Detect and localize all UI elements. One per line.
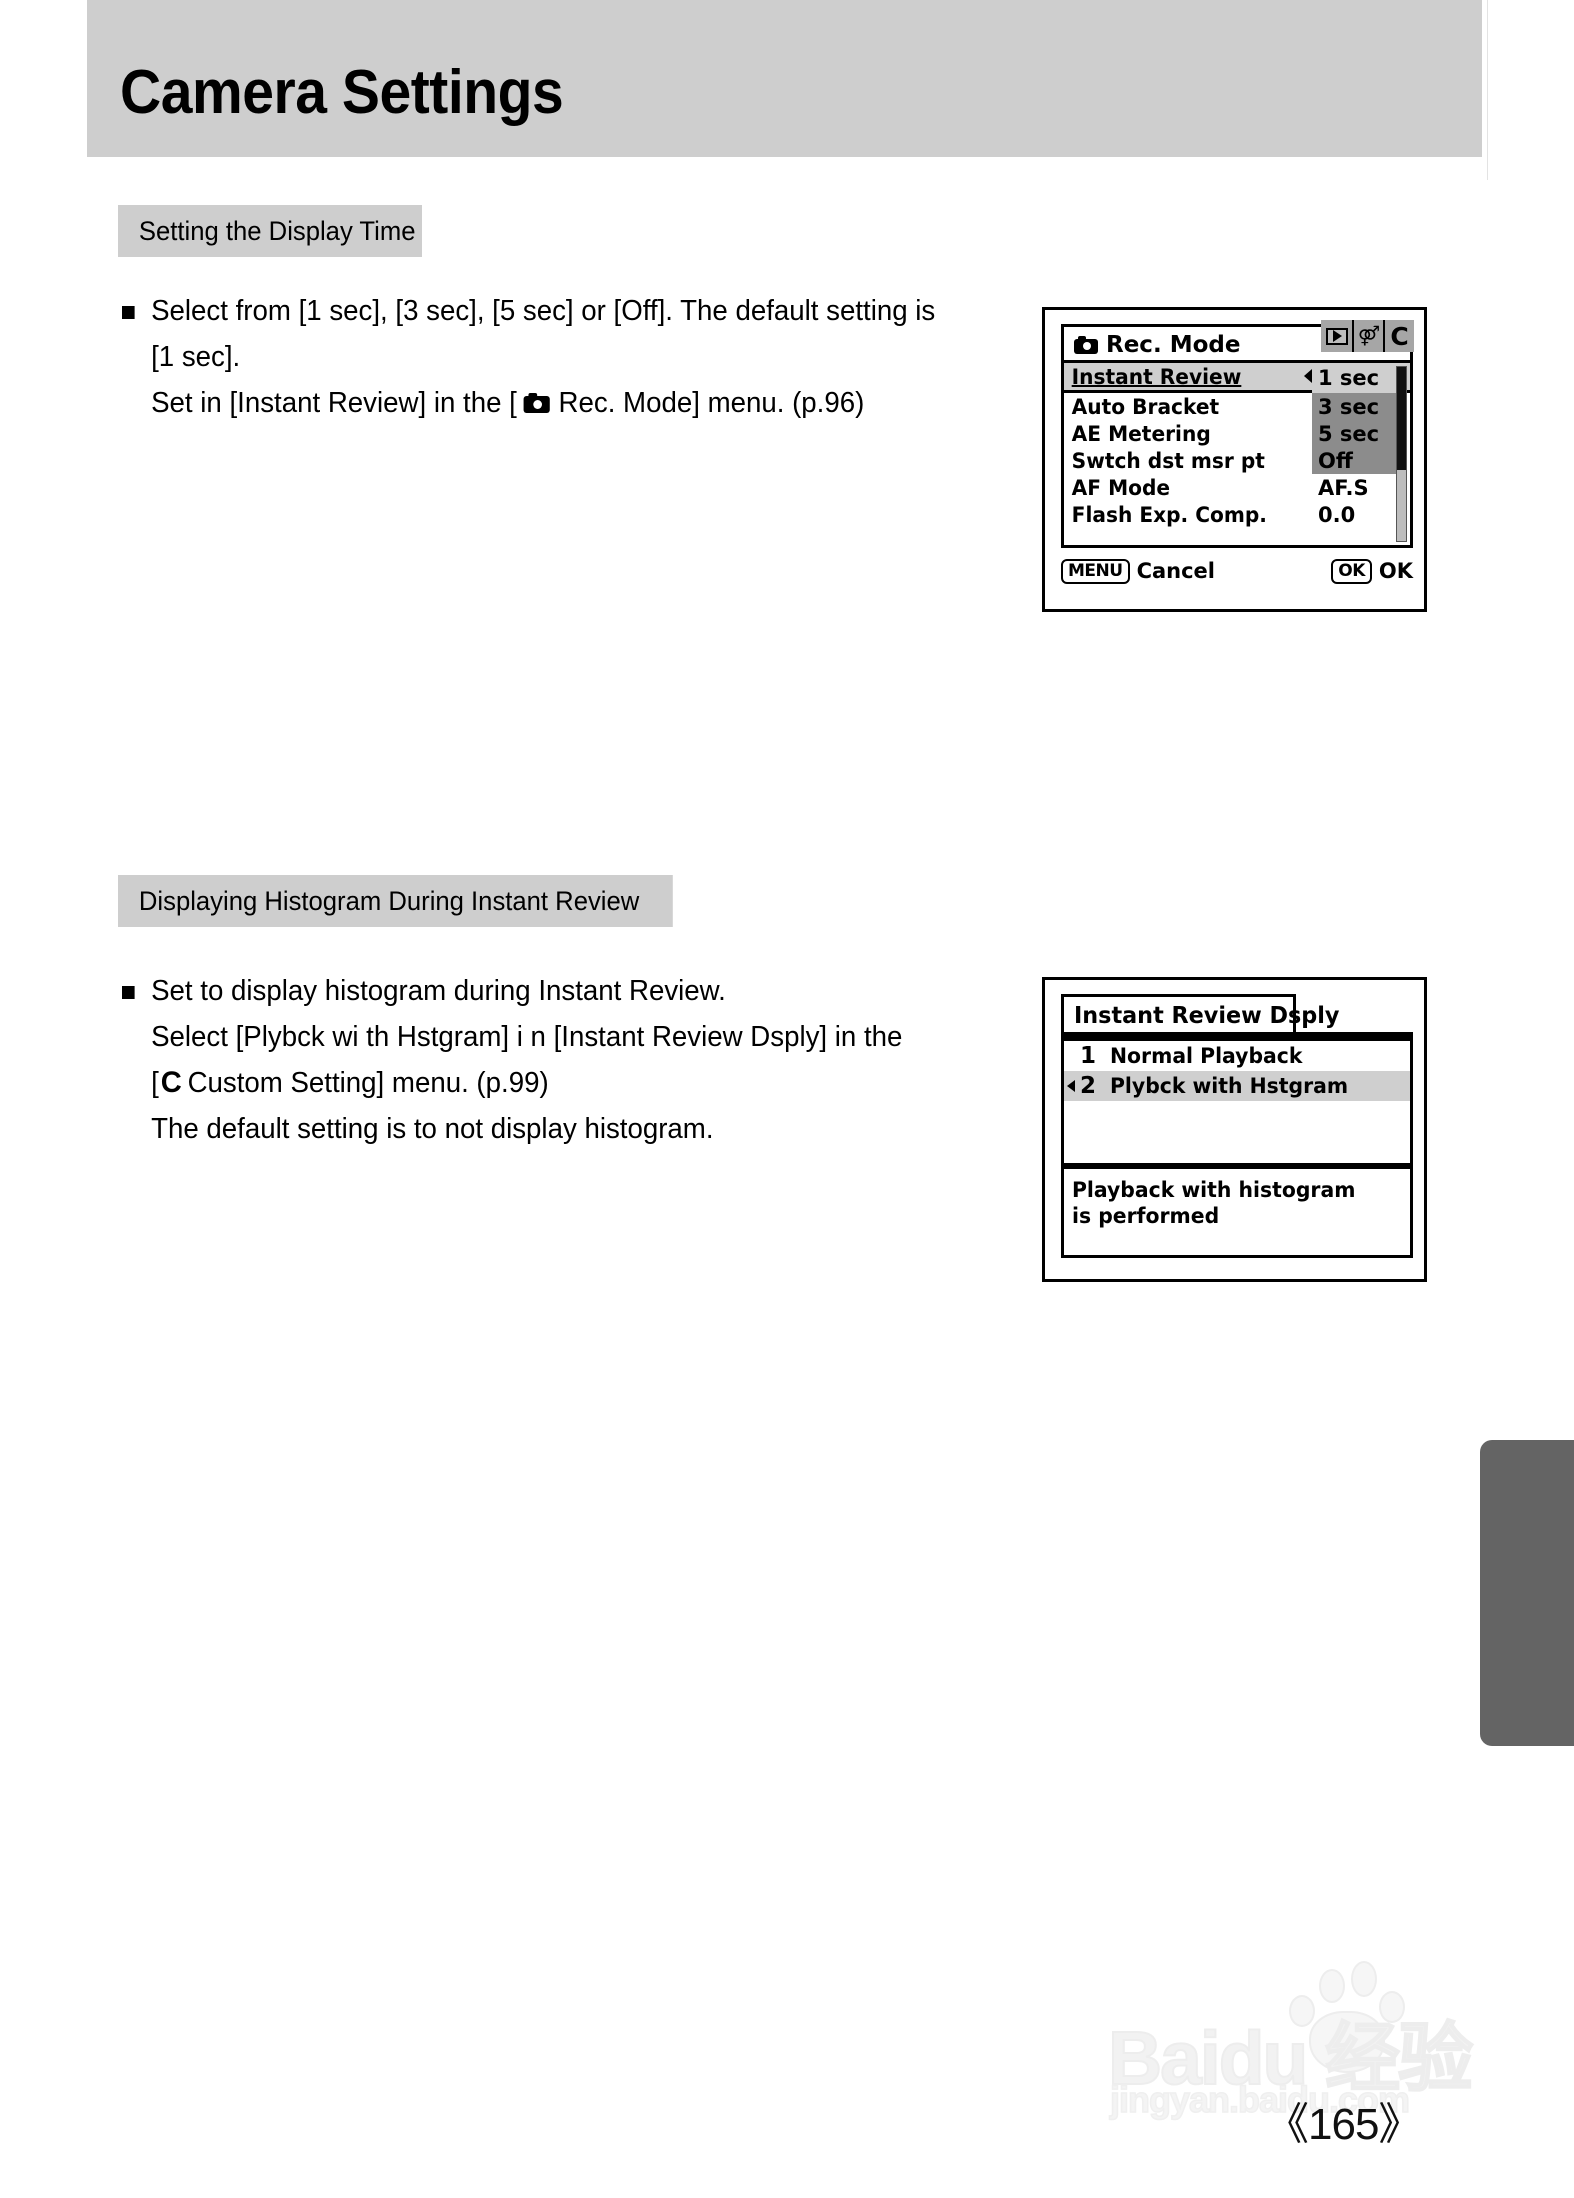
bullet-line: Set to display histogram during Instant … <box>122 968 902 1014</box>
body-line: Set in [Instant Review] in the [ Rec. Mo… <box>122 380 935 426</box>
cancel-label[interactable]: Cancel <box>1137 559 1215 583</box>
paw-print-icon <box>1283 1955 1413 2075</box>
body-text-histogram: Set to display histogram during Instant … <box>122 968 927 1152</box>
body-line: [1 sec]. <box>122 334 935 380</box>
lcd-screenshot-instant-review-dsply: Instant Review Dsply 1 Normal Playback 2… <box>1042 977 1427 1282</box>
tab-custom[interactable]: C <box>1383 320 1414 352</box>
body-line: [ C Custom Setting] menu. (p.99) <box>122 1060 902 1106</box>
body-line-text: [1 sec]. <box>151 341 241 373</box>
ok-label[interactable]: OK <box>1379 559 1413 583</box>
lcd-scrollbar-thumb[interactable] <box>1397 367 1406 470</box>
body-line-text: Rec. Mode] menu. (p.96) <box>558 387 865 419</box>
lcd-option-list: 1 Normal Playback 2 Plybck with Hstgram <box>1064 1041 1410 1101</box>
section-heading-histogram: Displaying Histogram During Instant Revi… <box>118 875 673 927</box>
ok-key-badge: OK <box>1331 558 1372 584</box>
lcd-footer: MENU Cancel OK OK <box>1061 554 1413 588</box>
body-line-text: Select [Plybck wi th Hstgram] i n [Insta… <box>151 1021 903 1053</box>
option-number: 2 <box>1080 1073 1097 1099</box>
value-option-off[interactable]: Off <box>1312 447 1398 474</box>
bullet-line: Select from [1 sec], [3 sec], [5 sec] or… <box>122 288 935 334</box>
menu-row-label: Auto Bracket <box>1071 394 1220 419</box>
menu-row-label: AE Metering <box>1071 421 1211 446</box>
option-number: 1 <box>1080 1043 1097 1069</box>
wrench-screwdriver-icon: ⚤ <box>1357 324 1380 347</box>
tab-playback[interactable] <box>1321 320 1352 352</box>
tab-setup[interactable]: ⚤ <box>1352 320 1383 352</box>
lcd-value-column: 1 sec 3 sec 5 sec Off AF.S 0.0 <box>1312 363 1398 528</box>
divider <box>1064 1163 1410 1169</box>
body-line-text: Set to display histogram during Instant … <box>151 975 726 1007</box>
bullet-square-icon <box>122 985 135 999</box>
body-text-display-time: Select from [1 sec], [3 sec], [5 sec] or… <box>122 288 960 426</box>
lcd-titlebar: Instant Review Dsply <box>1061 994 1339 1034</box>
option-normal-playback[interactable]: 1 Normal Playback <box>1064 1041 1410 1071</box>
lcd-title: Rec. Mode <box>1106 331 1241 358</box>
value-option-3sec[interactable]: 3 sec <box>1312 393 1398 420</box>
option-label: Plybck with Hstgram <box>1110 1074 1349 1098</box>
playback-icon <box>1325 327 1348 345</box>
option-label: Normal Playback <box>1110 1044 1303 1068</box>
option-plybck-with-hstgram[interactable]: 2 Plybck with Hstgram <box>1064 1071 1410 1101</box>
body-line-text: Select from [1 sec], [3 sec], [5 sec] or… <box>151 295 936 327</box>
section-heading-display-time: Setting the Display Time <box>118 205 422 257</box>
lcd-menu-body: 1 Normal Playback 2 Plybck with Hstgram … <box>1061 1032 1413 1258</box>
menu-key-badge: MENU <box>1061 558 1130 584</box>
menu-row-label: Instant Review <box>1071 364 1242 389</box>
lcd-tab-group: ⚤ C <box>1321 320 1414 352</box>
custom-setting-c-icon: C <box>160 1066 182 1099</box>
page-title: Camera Settings <box>120 58 564 127</box>
lcd-menu-body: Instant Review Auto Bracket AE Metering … <box>1061 360 1413 548</box>
body-line: Select [Plybck wi th Hstgram] i n [Insta… <box>122 1014 902 1060</box>
value-instant-review[interactable]: 1 sec <box>1312 363 1398 393</box>
camera-icon <box>523 393 550 413</box>
body-line-text: [ <box>151 1067 159 1099</box>
page-edge-thumb-tab <box>1480 1440 1574 1746</box>
page-right-rule <box>1487 0 1488 180</box>
menu-row-label: AF Mode <box>1071 475 1171 500</box>
selection-caret-icon <box>1304 369 1312 383</box>
value-flash-exp-comp: 0.0 <box>1318 502 1356 527</box>
body-line: The default setting is to not display hi… <box>122 1106 902 1152</box>
page-number: 《165》 <box>1265 2100 1422 2149</box>
lcd-screenshot-rec-mode: Rec. Mode ⚤ C Instant Review Auto Bracke… <box>1042 307 1427 612</box>
selection-caret-icon <box>1067 1080 1075 1092</box>
body-line-text: The default setting is to not display hi… <box>151 1113 714 1145</box>
bullet-square-icon <box>122 305 135 319</box>
value-option-5sec[interactable]: 5 sec <box>1312 420 1398 447</box>
lcd-title: Instant Review Dsply <box>1074 1002 1340 1029</box>
camera-icon <box>1074 335 1098 354</box>
menu-row-label: Swtch dst msr pt <box>1071 448 1265 473</box>
value-af-mode: AF.S <box>1318 475 1369 500</box>
option-description: Playback with histogram is performed <box>1072 1178 1356 1228</box>
body-line-text: Custom Setting] menu. (p.99) <box>187 1067 549 1099</box>
menu-row-label: Flash Exp. Comp. <box>1071 502 1267 527</box>
tab-custom-label: C <box>1390 321 1409 351</box>
body-line-text: Set in [Instant Review] in the [ <box>151 387 517 419</box>
lcd-scrollbar[interactable] <box>1396 366 1407 542</box>
